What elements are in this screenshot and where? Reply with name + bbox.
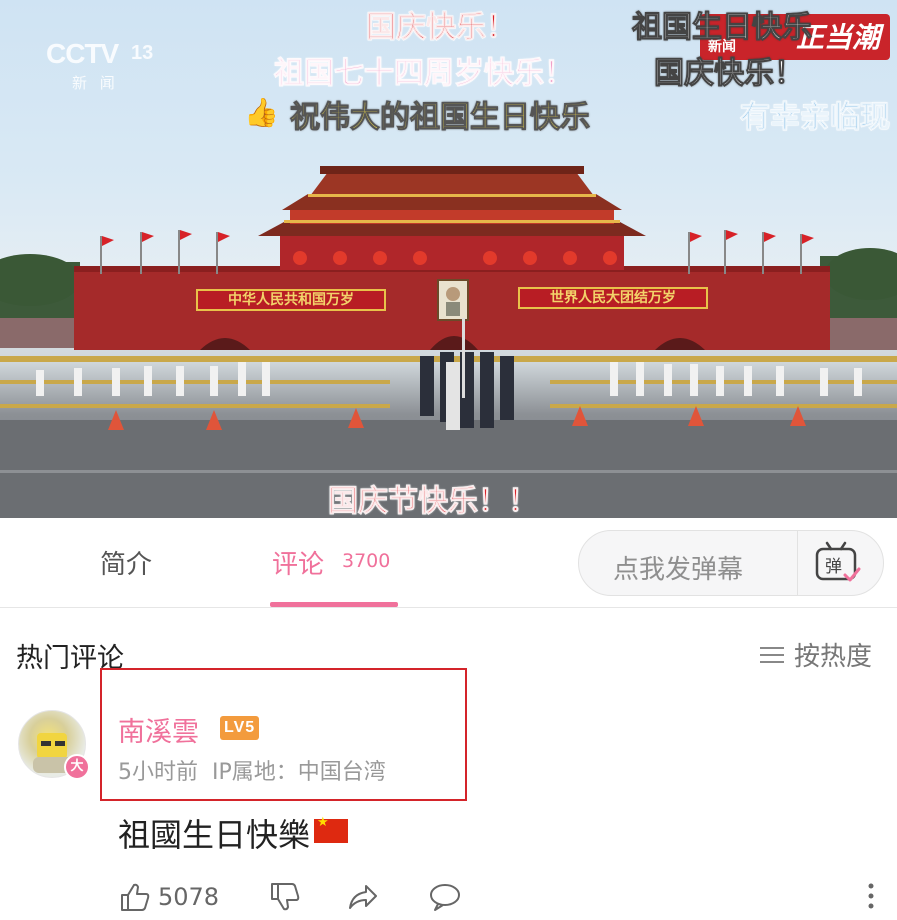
tab-comments[interactable]: 评论 [272,544,324,581]
tab-intro[interactable]: 简介 [100,544,152,581]
dislike-button[interactable] [268,880,302,914]
channel-number: 13 [131,42,154,64]
share-icon [349,885,377,909]
danmaku-icon-text: 弹 [825,557,842,577]
user-level-badge: LV5 [220,716,260,740]
share-button[interactable] [346,880,380,914]
danmaku-input[interactable]: 点我发弹幕 弹 [578,530,884,596]
danmaku-message: 国庆快乐！ [654,56,805,92]
thumbs-down-icon [271,883,300,911]
tab-bar: 简介 评论 3700 点我发弹幕 弹 [0,518,897,608]
like-count: 5078 [158,883,220,911]
danmaku-message: 祖国七十四周岁快乐！ [274,56,575,92]
cctv-logo: CCTV [46,38,119,69]
video-player[interactable]: CCTV 13 新 闻 新闻 正当潮 中华人民共和国万岁 世界人民大团结万岁 国… [0,0,897,518]
danmaku-message: 国庆快乐！ [366,10,517,46]
danmaku-message: 国庆节快乐！！ [328,484,539,519]
vip-badge: 大 [64,754,90,780]
more-options-button[interactable] [854,880,888,914]
china-flag-icon [314,815,349,843]
comment-username[interactable]: 南溪雲 [118,710,199,749]
gate-sign-left: 中华人民共和国万岁 [196,289,386,311]
like-button[interactable]: 5078 [118,880,219,914]
comment-body: 祖國生日快樂 [118,810,349,856]
comment-ip-location: IP属地：中国台湾 [212,760,386,785]
danmaku-message: 祖国生日快乐 [632,10,813,46]
gate-sign-right: 世界人民大团结万岁 [518,287,708,309]
sort-label: 按热度 [794,642,873,672]
divider [797,531,798,595]
danmaku-message: 有幸亲临现 [740,100,891,136]
danmaku-input-placeholder: 点我发弹幕 [613,555,744,585]
comment-text: 祖國生日快樂 [118,816,311,854]
comment-actions: 5078 [118,880,897,920]
danmaku-toggle-icon[interactable]: 弹 [811,539,863,587]
comment-meta: 5小时前 IP属地：中国台湾 [118,754,386,786]
danmaku-message: 祝伟大的祖国生日快乐 [290,100,591,136]
more-vertical-icon [868,883,874,909]
thumbs-up-icon: 👍 [244,96,279,129]
comment-bubble-icon [430,884,460,911]
reply-button[interactable] [428,880,462,914]
sort-by-hot-button[interactable]: 按热度 [760,636,872,673]
comment-time: 5小时前 [118,760,198,785]
list-sort-icon [760,645,786,665]
channel-subtitle: 新 闻 [72,74,119,92]
thumbs-up-icon [121,883,150,911]
comments-count: 3700 [342,550,391,572]
active-tab-indicator [270,602,398,607]
